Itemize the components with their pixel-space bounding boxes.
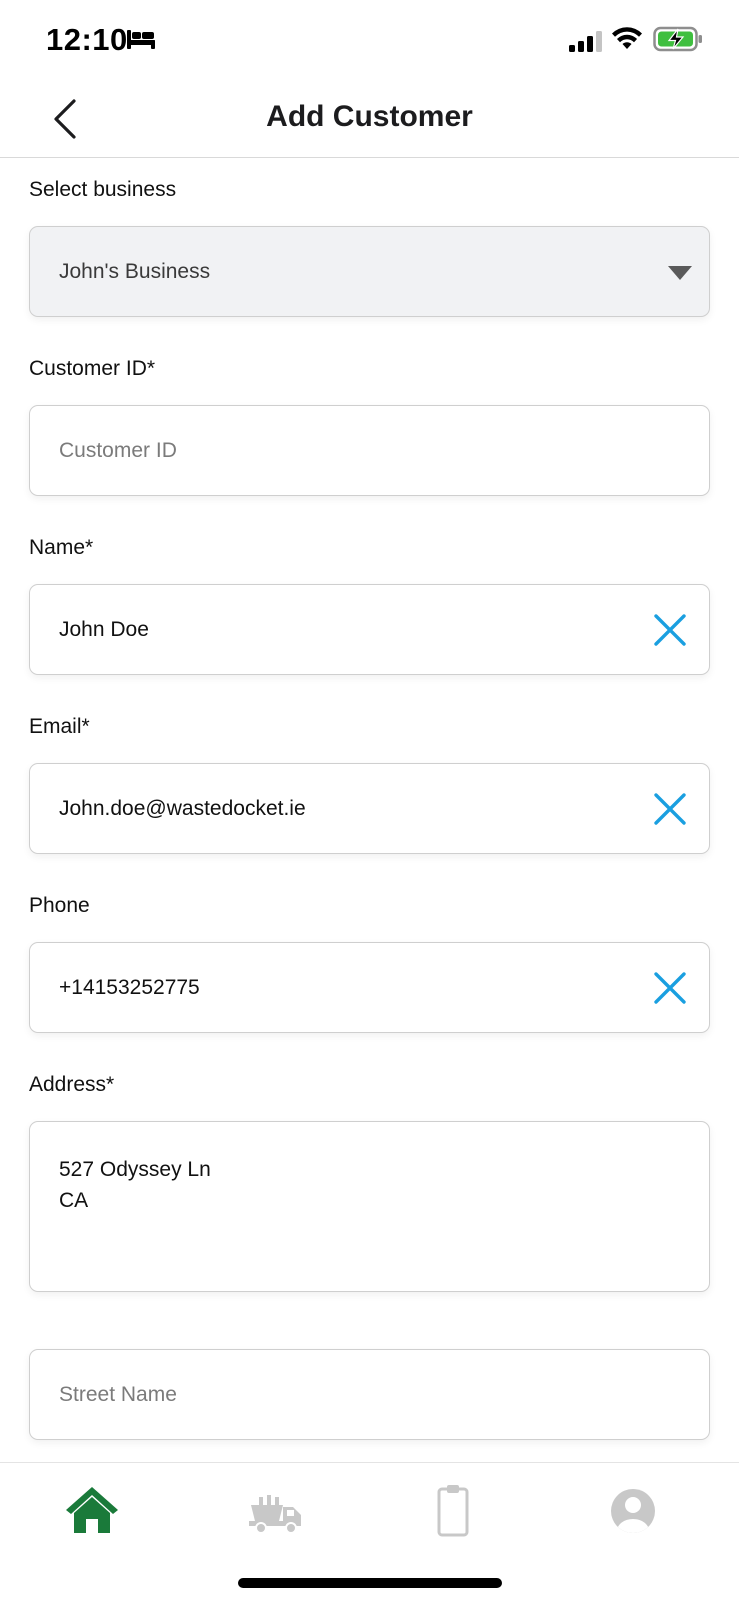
email-field[interactable]: John.doe@wastedocket.ie xyxy=(29,763,710,854)
home-icon xyxy=(66,1487,118,1533)
customer-id-field[interactable]: Customer ID xyxy=(29,405,710,496)
clear-phone-button[interactable] xyxy=(653,971,687,1005)
address-textarea[interactable]: 527 Odyssey Ln CA xyxy=(29,1121,710,1292)
customer-id-label: Customer ID* xyxy=(29,357,156,380)
email-value: John.doe@wastedocket.ie xyxy=(59,796,306,820)
address-value: 527 Odyssey Ln CA xyxy=(59,1158,211,1212)
name-value: John Doe xyxy=(59,617,149,641)
add-customer-screen: 12:10 Add Customer Select business John'… xyxy=(0,0,739,1600)
caret-down-icon xyxy=(668,266,692,280)
battery-charging-icon xyxy=(653,26,702,52)
status-time: 12:10 xyxy=(46,22,128,57)
business-select[interactable]: John's Business xyxy=(29,226,710,317)
phone-value: +14153252775 xyxy=(59,975,200,999)
tab-skips[interactable] xyxy=(247,1483,307,1539)
business-select-value: John's Business xyxy=(59,259,211,283)
status-bar: 12:10 xyxy=(0,0,739,80)
page-title: Add Customer xyxy=(266,100,473,133)
phone-field[interactable]: +14153252775 xyxy=(29,942,710,1033)
bed-icon xyxy=(127,30,155,49)
street-name-placeholder: Street Name xyxy=(59,1382,177,1406)
signal-icon xyxy=(569,31,602,52)
phone-label: Phone xyxy=(29,894,90,917)
business-label: Select business xyxy=(29,178,177,201)
name-label: Name* xyxy=(29,536,94,559)
nav-bar: Add Customer xyxy=(0,80,739,158)
clipboard-icon xyxy=(437,1485,469,1537)
clear-email-button[interactable] xyxy=(653,792,687,826)
tab-profile[interactable] xyxy=(603,1483,663,1539)
customer-id-placeholder: Customer ID xyxy=(59,438,177,462)
clear-name-button[interactable] xyxy=(653,613,687,647)
home-indicator xyxy=(238,1578,502,1588)
name-field[interactable]: John Doe xyxy=(29,584,710,675)
skip-truck-icon xyxy=(249,1495,301,1534)
wifi-icon xyxy=(612,27,642,49)
address-label: Address* xyxy=(29,1073,115,1096)
tab-home[interactable] xyxy=(62,1483,122,1539)
profile-icon xyxy=(611,1489,655,1533)
email-label: Email* xyxy=(29,715,90,738)
street-name-field[interactable]: Street Name xyxy=(29,1349,710,1440)
tab-dockets[interactable] xyxy=(423,1483,483,1539)
